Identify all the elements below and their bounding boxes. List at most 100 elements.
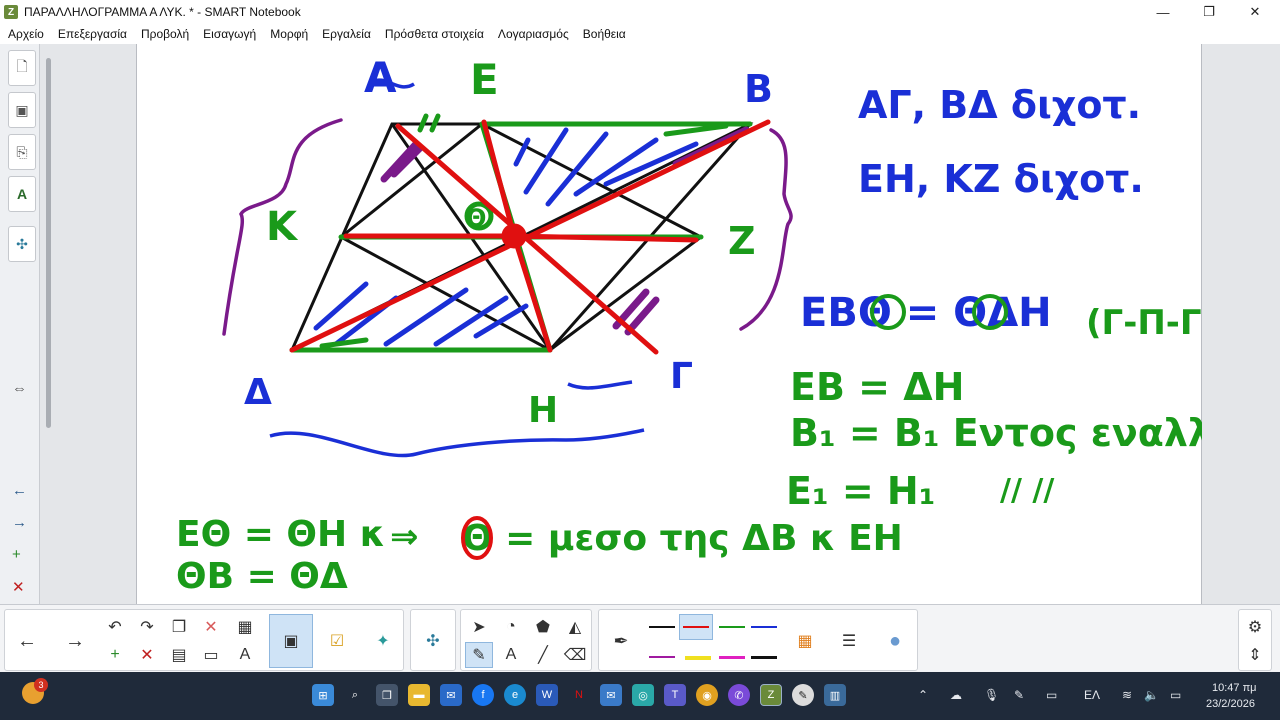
minimize-button[interactable]: — — [1140, 0, 1186, 24]
facebook-icon[interactable]: f — [472, 684, 494, 706]
addons-button-icon[interactable]: ✣ — [419, 628, 447, 654]
highlighter-yellow[interactable] — [685, 656, 711, 660]
volume-icon[interactable]: 🔈 — [1144, 688, 1159, 702]
menu-edit[interactable]: Επεξεργασία — [58, 27, 127, 41]
chrome-icon[interactable]: ◉ — [696, 684, 718, 706]
maximize-button[interactable]: ❐ — [1186, 0, 1232, 24]
app-icon-blue[interactable]: ▥ — [824, 684, 846, 706]
polygon-tool-icon[interactable]: ⬟ — [529, 614, 557, 640]
microphone-icon[interactable]: 🎙 — [984, 688, 999, 702]
mail-icon[interactable]: ✉ — [440, 684, 462, 706]
edge-icon[interactable]: e — [504, 684, 526, 706]
teams-icon[interactable]: T — [664, 684, 686, 706]
fill-effect-icon[interactable]: ● — [881, 628, 909, 654]
properties-tab[interactable]: A — [8, 176, 36, 212]
viber-icon[interactable]: ✆ — [728, 684, 750, 706]
pens-tool-icon[interactable]: ✎ — [465, 642, 493, 668]
weather-icon[interactable]: 3 — [22, 678, 48, 704]
whiteboard-drawing[interactable]: A E B K Z Δ Γ H Θ ΑΓ, ΒΔ διχοτ. ΕΗ, ΚΖ δ… — [136, 44, 1202, 604]
outlook-icon[interactable]: ✉ — [600, 684, 622, 706]
highlighter-pink[interactable] — [719, 656, 745, 659]
pen-green[interactable] — [719, 626, 745, 628]
pen-style-icon[interactable]: ✒ — [607, 628, 635, 654]
display-icon[interactable]: ▣ — [269, 614, 313, 668]
sidebar-scrollbar[interactable] — [46, 58, 51, 428]
start-icon[interactable]: ⊞ — [312, 684, 334, 706]
pen-red-slot[interactable] — [679, 614, 713, 640]
show-hidden-icons-icon[interactable]: ⌃ — [918, 688, 928, 702]
menu-account[interactable]: Λογαριασμός — [498, 27, 569, 41]
app-icon-teal[interactable]: ◎ — [632, 684, 654, 706]
attachments-tab[interactable]: ⎘ — [8, 134, 36, 170]
netflix-icon[interactable]: N — [568, 684, 590, 706]
menu-insert[interactable]: Εισαγωγή — [203, 27, 256, 41]
response-icon[interactable]: ☑ — [323, 628, 351, 654]
text-style-icon[interactable]: A — [231, 642, 259, 668]
close-button[interactable]: ✕ — [1232, 0, 1278, 24]
delete-page-icon[interactable]: ✕ — [12, 578, 25, 596]
toolbar-group-pens: ✒ ▦ ☰ ● — [598, 609, 918, 671]
screen-shade-icon[interactable]: ▭ — [197, 642, 225, 668]
redo-button[interactable]: ↷ — [133, 614, 161, 640]
cloud-icon[interactable]: ☁ — [950, 688, 962, 702]
resize-sidebar-icon[interactable]: ⇔ — [12, 380, 27, 397]
clone-icon[interactable]: ❐ — [165, 614, 193, 640]
wifi-icon[interactable]: ≋ — [1122, 688, 1132, 702]
menu-view[interactable]: Προβολή — [141, 27, 189, 41]
gallery-tab[interactable]: ▣ — [8, 92, 36, 128]
select-tool-button[interactable]: ➤ — [465, 614, 493, 640]
vertex-label-b: B — [744, 67, 773, 111]
eraser-tool-icon[interactable]: ⌫ — [561, 642, 589, 668]
language-indicator[interactable]: ΕΛ — [1084, 688, 1100, 702]
pen-icon[interactable]: ✎ — [1014, 688, 1024, 702]
menu-file[interactable]: Αρχείο — [8, 27, 44, 41]
toolbar-position-button[interactable]: ⇕ — [1241, 642, 1269, 668]
activity-icon[interactable]: ✦ — [369, 628, 397, 654]
app-icon-white[interactable]: ✎ — [792, 684, 814, 706]
addons-tab[interactable]: ✣ — [8, 226, 36, 262]
add-page-button[interactable]: + — [101, 642, 129, 668]
next-page-icon[interactable]: → — [12, 514, 27, 531]
note-line-1: ΑΓ, ΒΔ διχοτ. — [858, 83, 1141, 127]
smart-notebook-taskbar-icon[interactable]: Z — [760, 684, 782, 706]
line-tool-icon[interactable]: ╱ — [529, 642, 557, 668]
clock-time[interactable]: 10:47 πμ — [1212, 682, 1257, 694]
pen-dashed-black[interactable] — [751, 656, 777, 659]
battery-icon[interactable]: ▭ — [1170, 688, 1181, 702]
color-palette-icon[interactable]: ▦ — [791, 628, 819, 654]
delete-page-button[interactable]: ✕ — [133, 642, 161, 668]
add-page-icon[interactable]: + — [12, 546, 21, 563]
page-sorter-tab[interactable]: 🗋 — [8, 50, 36, 86]
text-tool-button[interactable]: A — [497, 642, 525, 668]
settings-button[interactable]: ⚙ — [1241, 614, 1269, 640]
vertex-label-k: K — [266, 204, 299, 250]
line-style-icon[interactable]: ☰ — [835, 628, 863, 654]
word-icon[interactable]: W — [536, 684, 558, 706]
note-line-4: ΕΒ = ΔΗ — [790, 365, 964, 409]
previous-page-button[interactable]: ← — [13, 628, 41, 654]
table-button[interactable]: ▦ — [231, 614, 259, 640]
search-icon[interactable]: ⌕ — [344, 684, 366, 706]
previous-page-icon[interactable]: ← — [12, 482, 27, 499]
bottom-note-1: ΕΘ = ΘΗ κ — [176, 514, 385, 555]
fill-tool-icon[interactable]: ◭ — [561, 614, 589, 640]
clock-date[interactable]: 23/2/2026 — [1206, 698, 1255, 710]
addons-icon: ✣ — [16, 235, 28, 252]
pen-blue[interactable] — [751, 626, 777, 628]
display-tray-icon[interactable]: ▭ — [1046, 688, 1057, 702]
vertex-label-d: Δ — [244, 372, 272, 413]
menu-addons[interactable]: Πρόσθετα στοιχεία — [385, 27, 484, 41]
delete-button[interactable]: ✕ — [197, 614, 225, 640]
shapes-tool-icon[interactable]: ◔ — [497, 614, 525, 640]
menu-format[interactable]: Μορφή — [270, 27, 308, 41]
task-view-icon[interactable]: ❐ — [376, 684, 398, 706]
note-line-6: Ε₁ = Η₁ — [786, 469, 935, 513]
save-icon[interactable]: ▤ — [165, 642, 193, 668]
pen-purple[interactable] — [649, 656, 675, 658]
menu-tools[interactable]: Εργαλεία — [322, 27, 371, 41]
next-page-button[interactable]: → — [61, 628, 89, 654]
undo-button[interactable]: ↶ — [101, 614, 129, 640]
menu-help[interactable]: Βοήθεια — [583, 27, 626, 41]
file-explorer-icon[interactable]: ▬ — [408, 684, 430, 706]
pen-black[interactable] — [649, 626, 675, 628]
